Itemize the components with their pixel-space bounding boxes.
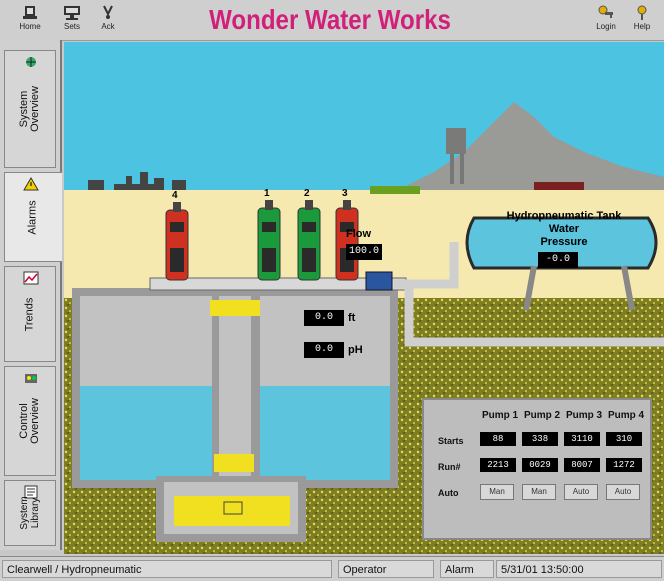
- login-label: Login: [596, 22, 616, 31]
- pump-mode-button[interactable]: Man: [522, 484, 556, 500]
- pump-header: Pump 4: [608, 410, 645, 421]
- flow-meter-icon: [365, 271, 393, 291]
- sidebar-item-label: Alarms: [26, 199, 39, 235]
- sidebar-item-system-library[interactable]: System Library: [4, 480, 56, 546]
- sidebar-item-trends[interactable]: Trends: [4, 266, 56, 362]
- level-value: 0.0: [304, 310, 344, 326]
- valve-yellow: [214, 454, 254, 472]
- status-datetime: 5/31/01 13:50:00: [496, 560, 662, 578]
- pump-number: 4: [172, 190, 178, 201]
- help-icon: [637, 5, 647, 20]
- sidebar-item-control-overview[interactable]: Control Overview: [4, 366, 56, 476]
- pump-mode-button[interactable]: Auto: [564, 484, 598, 500]
- home-button[interactable]: Home: [14, 4, 46, 36]
- login-button[interactable]: Login: [590, 4, 622, 36]
- clearwell-right-water: [260, 386, 390, 480]
- sidebar-item-label: System Overview: [18, 86, 41, 132]
- tank-pressure-value: -0.0: [538, 252, 578, 268]
- run-hours-cell: 2213: [480, 458, 516, 472]
- row-label-starts: Starts: [438, 436, 464, 446]
- help-label: Help: [633, 22, 651, 31]
- pump-header: Pump 1: [482, 410, 519, 421]
- sets-button[interactable]: Sets: [56, 4, 88, 36]
- pump-header: Pump 3: [566, 410, 603, 421]
- status-user: Operator: [338, 560, 434, 578]
- tank-subtitle-pressure: Pressure: [540, 236, 588, 248]
- sidebar-item-label: System Library: [19, 496, 41, 530]
- ack-button[interactable]: Ack: [92, 4, 124, 36]
- status-location: Clearwell / Hydropneumatic: [2, 560, 332, 578]
- starts-cell: 3110: [564, 432, 600, 446]
- pump-3-icon: [335, 200, 359, 281]
- sidebar-item-label: Control Overview: [18, 398, 41, 444]
- sets-label: Sets: [63, 22, 80, 31]
- acknowledge-icon: [103, 5, 113, 19]
- starts-cell: 338: [522, 432, 558, 446]
- app-title: Wonder Water Works: [209, 4, 451, 35]
- top-toolbar: Home Sets Ack Wonder Water Works Login H…: [0, 0, 664, 41]
- home-label: Home: [19, 22, 41, 31]
- pump-1-icon: [257, 200, 281, 281]
- sidebar-item-label: Trends: [23, 297, 36, 331]
- flow-label: Flow: [346, 228, 372, 240]
- pump-2-icon: [297, 200, 321, 281]
- shrubs: [370, 186, 420, 194]
- pump-mode-button[interactable]: Man: [480, 484, 514, 500]
- pump-header: Pump 2: [524, 410, 561, 421]
- flow-value: 100.0: [346, 244, 382, 260]
- pump-number: 3: [342, 188, 348, 199]
- pump-stats-panel: Pump 1 Pump 2 Pump 3 Pump 4 Starts 88 33…: [422, 398, 652, 540]
- status-bar: Clearwell / Hydropneumatic Operator Alar…: [0, 556, 664, 581]
- help-button[interactable]: Help: [626, 4, 658, 36]
- sidebar-item-alarms[interactable]: Alarms: [4, 172, 62, 262]
- status-alarm[interactable]: Alarm: [440, 560, 494, 578]
- center-hatch: [210, 300, 260, 316]
- sidebar-nav: System Overview Alarms Trends Control Ov…: [0, 40, 62, 550]
- pump-number: 2: [304, 188, 310, 199]
- row-label-run-hours: Run#: [438, 462, 461, 472]
- starts-cell: 88: [480, 432, 516, 446]
- clearwell-left-water: [80, 386, 212, 480]
- well-pump-icon: [223, 501, 243, 515]
- pump-4-icon: [165, 202, 189, 281]
- key-icon: [598, 5, 613, 18]
- run-hours-cell: 1272: [606, 458, 642, 472]
- ack-label: Ack: [101, 22, 115, 31]
- sidebar-item-system-overview[interactable]: System Overview: [4, 50, 56, 168]
- home-icon: [23, 6, 37, 19]
- pump-mode-button[interactable]: Auto: [606, 484, 640, 500]
- run-hours-cell: 0029: [522, 458, 558, 472]
- tank-subtitle-water: Water: [548, 223, 580, 235]
- pump-number: 1: [264, 188, 270, 199]
- run-hours-cell: 8007: [564, 458, 600, 472]
- train-icon: [534, 182, 584, 190]
- level-unit: ft: [348, 312, 356, 324]
- sets-icon: [64, 6, 80, 20]
- ph-unit: pH: [348, 344, 363, 356]
- starts-cell: 310: [606, 432, 642, 446]
- tank-title: Hydropneumatic Tank: [506, 210, 622, 222]
- row-label-mode: Auto: [438, 488, 459, 498]
- tank-label: Hydropneumatic Tank Water Pressure: [474, 210, 654, 249]
- ph-value: 0.0: [304, 342, 344, 358]
